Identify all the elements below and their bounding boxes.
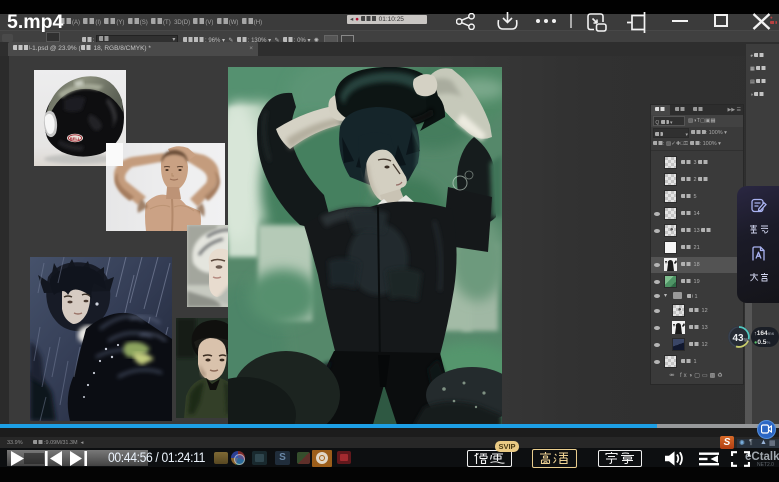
- svg-text:%: %: [744, 338, 749, 344]
- svg-text:43: 43: [732, 333, 744, 344]
- svg-text:BELL: BELL: [70, 136, 81, 141]
